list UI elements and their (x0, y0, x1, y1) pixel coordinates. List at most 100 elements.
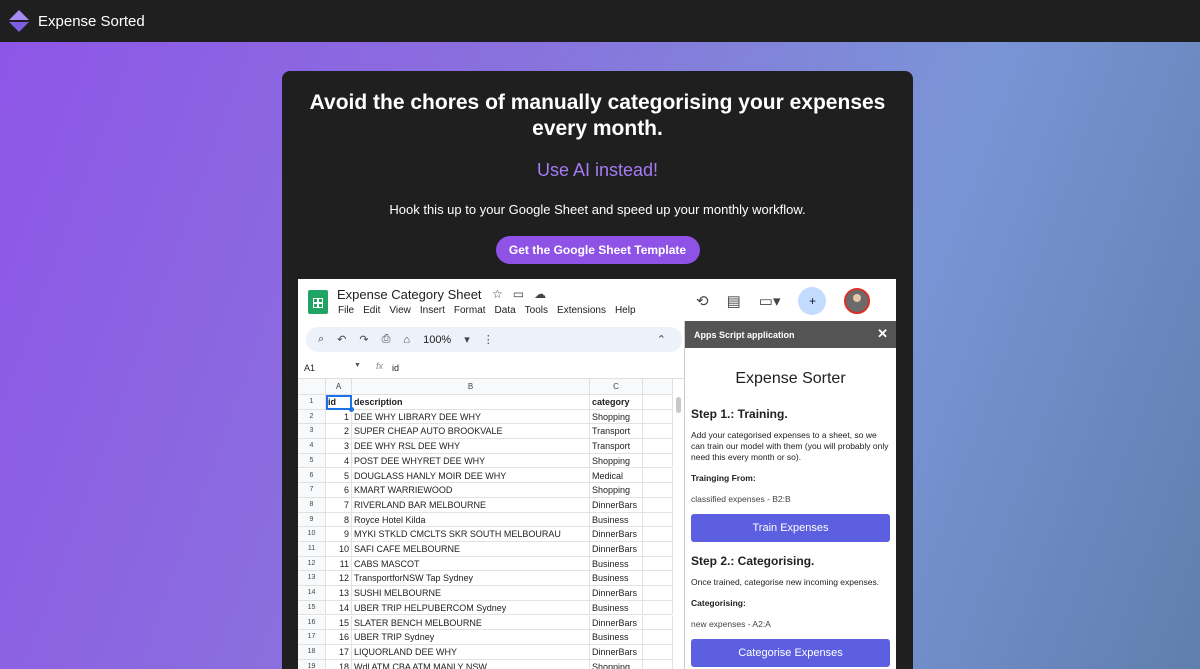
row-header[interactable]: 1 (298, 395, 326, 410)
cell-category[interactable]: Transport (590, 439, 643, 454)
sheets-logo-icon[interactable] (308, 290, 328, 314)
menu-insert[interactable]: Insert (420, 305, 445, 316)
row-header[interactable]: 10 (298, 527, 326, 542)
brand-name[interactable]: Expense Sorted (38, 13, 145, 30)
row-header[interactable]: 15 (298, 600, 326, 616)
cell-id[interactable]: 2 (326, 424, 352, 440)
cell-id[interactable]: 9 (326, 527, 352, 542)
menu-view[interactable]: View (389, 305, 411, 316)
cell-id[interactable]: 10 (326, 542, 352, 557)
cell-id[interactable]: 11 (326, 556, 352, 572)
row-header[interactable]: 5 (298, 453, 326, 469)
cell-id[interactable]: 15 (326, 615, 352, 631)
row-header[interactable]: 2 (298, 409, 326, 425)
name-box[interactable]: A1 (304, 363, 315, 373)
categorise-expenses-button[interactable]: Categorise Expenses (691, 639, 890, 667)
row-header[interactable]: 12 (298, 556, 326, 572)
cloud-saved-icon[interactable]: ☁ (534, 287, 546, 301)
menu-data[interactable]: Data (495, 305, 516, 316)
row-header[interactable]: 3 (298, 424, 326, 440)
cell-description[interactable]: UBER TRIP HELPUBERCOM Sydney (352, 600, 590, 616)
get-template-button[interactable]: Get the Google Sheet Template (495, 236, 700, 264)
cell-id[interactable]: 4 (326, 453, 352, 469)
column-header-d[interactable] (643, 379, 673, 395)
video-call-icon[interactable]: ▭▾ (759, 292, 781, 310)
cell-description[interactable]: SLATER BENCH MELBOURNE (352, 615, 590, 631)
cell-empty[interactable] (643, 395, 673, 410)
row-header[interactable]: 14 (298, 586, 326, 601)
comments-icon[interactable]: ▤ (727, 292, 741, 310)
cell-category[interactable]: DinnerBars (590, 527, 643, 542)
menu-tools[interactable]: Tools (525, 305, 548, 316)
cell-empty[interactable] (643, 527, 673, 542)
cell-id[interactable]: 1 (326, 409, 352, 425)
history-icon[interactable]: ⟲ (696, 292, 709, 310)
cell-description[interactable]: LIQUORLAND DEE WHY (352, 644, 590, 660)
cell-id[interactable]: 16 (326, 630, 352, 645)
column-header-a[interactable]: A (326, 379, 352, 395)
row-header[interactable]: 11 (298, 542, 326, 557)
search-icon[interactable]: ⌕ (318, 333, 324, 346)
column-header-b[interactable]: B (352, 379, 590, 395)
cell-empty[interactable] (643, 659, 673, 669)
row-header[interactable]: 4 (298, 439, 326, 454)
redo-icon[interactable]: ↷ (359, 333, 368, 346)
cell-category[interactable]: Business (590, 556, 643, 572)
zoom-select[interactable]: 100% (423, 334, 451, 346)
row-header[interactable]: 18 (298, 644, 326, 660)
cell-description[interactable]: MYKI STKLD CMCLTS SKR SOUTH MELBOURAU (352, 527, 590, 542)
row-header[interactable]: 7 (298, 483, 326, 498)
cell-category[interactable]: DinnerBars (590, 644, 643, 660)
doc-title[interactable]: Expense Category Sheet (337, 287, 482, 302)
cell-description[interactable]: Wdl ATM CBA ATM MANLY NSW (352, 659, 590, 669)
cell-id[interactable]: 3 (326, 439, 352, 454)
vertical-scrollbar[interactable] (676, 397, 681, 413)
undo-icon[interactable]: ↶ (337, 333, 346, 346)
collapse-icon[interactable]: ⌃ (657, 333, 666, 346)
cell-category[interactable]: Shopping (590, 453, 643, 469)
cell-empty[interactable] (643, 615, 673, 631)
cell-empty[interactable] (643, 497, 673, 513)
row-header[interactable]: 16 (298, 615, 326, 631)
cell-category[interactable]: Transport (590, 424, 643, 440)
menu-help[interactable]: Help (615, 305, 636, 316)
cell-description[interactable]: CABS MASCOT (352, 556, 590, 572)
cell-category[interactable]: Shopping (590, 409, 643, 425)
cell-description[interactable]: UBER TRIP Sydney (352, 630, 590, 645)
paint-format-icon[interactable]: ⌂ (403, 334, 410, 346)
cell-description[interactable]: SUSHI MELBOURNE (352, 586, 590, 601)
star-icon[interactable]: ☆ (492, 287, 503, 301)
row-header[interactable]: 6 (298, 468, 326, 484)
cell-id[interactable]: 6 (326, 483, 352, 498)
cell-id[interactable]: 18 (326, 659, 352, 669)
cell-id[interactable]: 14 (326, 600, 352, 616)
row-header[interactable]: 19 (298, 659, 326, 669)
cell-id[interactable]: 13 (326, 586, 352, 601)
cell-empty[interactable] (643, 453, 673, 469)
cell-description[interactable]: RIVERLAND BAR MELBOURNE (352, 497, 590, 513)
cell-category[interactable]: Business (590, 630, 643, 645)
fill-handle[interactable] (349, 407, 354, 412)
cell-category[interactable]: Medical (590, 468, 643, 484)
cell-empty[interactable] (643, 556, 673, 572)
cell-empty[interactable] (643, 630, 673, 645)
cell-id[interactable]: 8 (326, 512, 352, 528)
avatar[interactable] (844, 288, 871, 314)
cell-empty[interactable] (643, 483, 673, 498)
cell-description[interactable]: DEE WHY RSL DEE WHY (352, 439, 590, 454)
cell-description[interactable]: POST DEE WHYRET DEE WHY (352, 453, 590, 469)
cell-category[interactable]: Business (590, 571, 643, 587)
chevron-down-icon[interactable]: ▾ (464, 333, 470, 346)
cell-description[interactable]: SAFI CAFE MELBOURNE (352, 542, 590, 557)
cell-category[interactable]: DinnerBars (590, 542, 643, 557)
cell-empty[interactable] (643, 468, 673, 484)
cell-empty[interactable] (643, 439, 673, 454)
cell-empty[interactable] (643, 644, 673, 660)
cell-id[interactable]: 5 (326, 468, 352, 484)
cell-id[interactable]: 12 (326, 571, 352, 587)
row-header[interactable]: 17 (298, 630, 326, 645)
row-header[interactable]: 13 (298, 571, 326, 587)
row-header[interactable]: 9 (298, 512, 326, 528)
formula-input[interactable]: id (392, 363, 399, 373)
diamond-logo-icon[interactable] (8, 8, 30, 34)
